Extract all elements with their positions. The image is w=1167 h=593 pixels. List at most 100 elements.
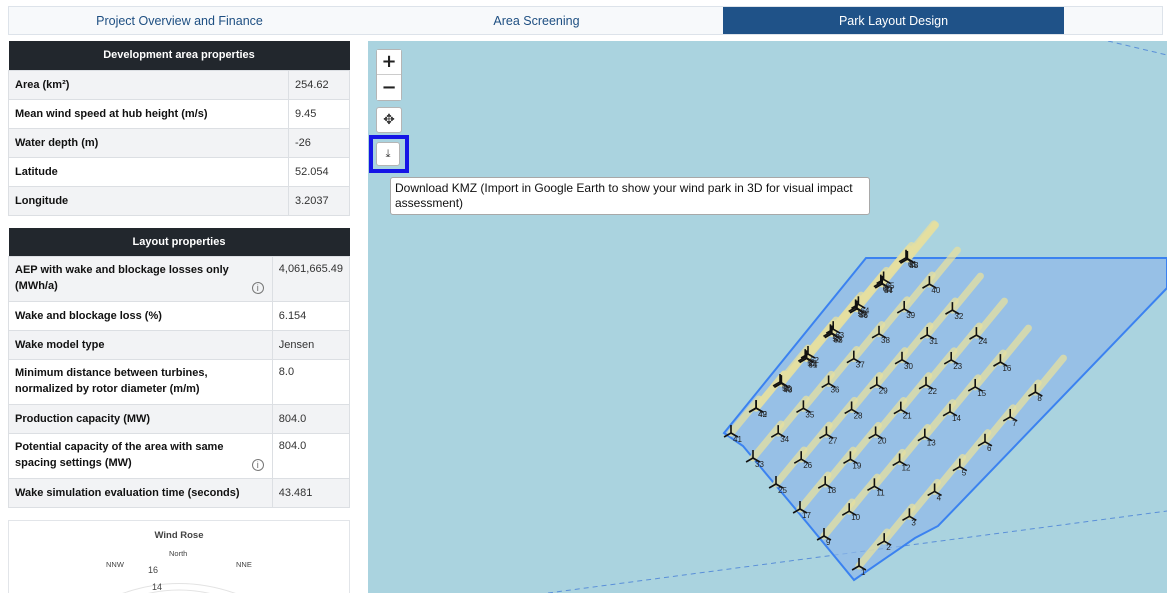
row-value-wake-model: Jensen <box>271 330 350 360</box>
turbine-number: 16 <box>1002 364 1011 373</box>
turbine-wake <box>902 220 938 262</box>
row-value-area: 254.62 <box>288 69 350 100</box>
turbine-number: 19 <box>852 461 861 470</box>
turbine-number: 21 <box>903 412 912 421</box>
turbine-number: 5 <box>962 469 967 478</box>
turbine-number: 14 <box>952 414 961 423</box>
turbine-number: 39 <box>906 311 915 320</box>
row-label-wake-loss: Wake and blockage loss (%) <box>8 301 273 331</box>
zoom-in-button[interactable]: + <box>377 50 401 75</box>
zoom-out-button[interactable]: − <box>377 75 401 100</box>
turbine-number: 27 <box>828 436 837 445</box>
turbine-number: 2 <box>886 543 891 552</box>
turbine-number: 25 <box>778 486 787 495</box>
turbine-number: 17 <box>802 511 811 520</box>
layout-properties-table: Layout properties AEP with wake and bloc… <box>8 227 350 508</box>
move-icon[interactable]: ✥ <box>376 107 402 133</box>
row-value-longitude: 3.2037 <box>288 185 350 216</box>
info-icon[interactable]: i <box>251 459 264 471</box>
row-value-potential-capacity: 804.0 <box>271 433 350 479</box>
row-value-aep: 4,061,665.49 <box>271 256 350 302</box>
row-label-production-capacity: Production capacity (MW) <box>8 404 273 434</box>
row-value-production-capacity: 804.0 <box>271 404 350 434</box>
wind-rose-card: Wind Rose North NNW NNE 16 14 <box>8 520 350 593</box>
row-label-latitude: Latitude <box>8 156 289 187</box>
row-value-eval-time: 43.481 <box>271 478 350 508</box>
row-label-water-depth: Water depth (m) <box>8 127 289 158</box>
row-label-eval-time: Wake simulation evaluation time (seconds… <box>8 478 273 508</box>
row-value-wake-loss: 6.154 <box>271 301 350 331</box>
turbine-number: 38 <box>881 336 890 345</box>
turbine-number: 15 <box>977 389 986 398</box>
turbine-number: 65 <box>886 281 895 290</box>
park-layout-map[interactable]: 1 2 3 4 5 6 7 8 9 10 11 12 13 14 15 16 17 18 19 20 21 22 23 24 2… <box>368 41 1167 593</box>
turbine-number: 4 <box>937 493 942 502</box>
development-area-table: Development area properties Area (km²) 25… <box>8 41 350 216</box>
potential-capacity-label-text: Potential capacity of the area with same… <box>15 441 224 469</box>
turbine-number: 12 <box>902 463 911 472</box>
turbine-number: 41 <box>733 435 742 444</box>
tab-area-screening[interactable]: Area Screening <box>350 7 723 34</box>
map-canvas: 1234567891011121314151617181920212223242… <box>547 41 1167 593</box>
turbine-number: 18 <box>827 486 836 495</box>
turbine-number: 20 <box>878 436 887 445</box>
properties-panel: Development area properties Area (km²) 25… <box>8 41 350 593</box>
turbine-number: 26 <box>803 461 812 470</box>
row-label-longitude: Longitude <box>8 185 289 216</box>
turbine-number: 40 <box>931 286 940 295</box>
tab-bar: Project Overview and Finance Area Screen… <box>8 6 1163 35</box>
turbine-number: 30 <box>904 362 913 371</box>
turbine-number: 24 <box>978 337 987 346</box>
download-icon: ⤓ <box>385 147 391 160</box>
turbine-number: 29 <box>879 387 888 396</box>
turbine-number: 56 <box>782 384 791 393</box>
turbine-number: 1 <box>861 568 866 577</box>
turbine-number: 10 <box>851 513 860 522</box>
turbine-number: 28 <box>854 411 863 420</box>
row-value-min-distance: 8.0 <box>271 359 350 405</box>
download-kmz-button[interactable]: ⤓ <box>376 142 400 166</box>
turbine-number: 33 <box>755 460 764 469</box>
turbine-number: 22 <box>928 387 937 396</box>
wind-rose-grid <box>122 583 236 593</box>
turbine-number: 64 <box>860 306 869 315</box>
turbine-number: 37 <box>856 361 865 370</box>
wind-rose-radial-14: 14 <box>152 582 163 592</box>
turbine-number: 7 <box>1012 419 1017 428</box>
turbine-number: 63 <box>835 331 844 340</box>
row-label-min-distance: Minimum distance between turbines, norma… <box>8 359 273 405</box>
development-area-title: Development area properties <box>8 41 350 70</box>
turbine-number: 62 <box>810 356 819 365</box>
row-label-wind-speed: Mean wind speed at hub height (m/s) <box>8 98 289 129</box>
turbine-number: 13 <box>927 439 936 448</box>
turbine-number: 32 <box>954 312 963 321</box>
turbine-number: 11 <box>876 488 885 497</box>
wind-rose-radial-16: 16 <box>148 565 159 575</box>
turbine-number: 36 <box>831 385 840 394</box>
boundary-line <box>1107 41 1167 56</box>
turbine-number: 8 <box>1037 394 1042 403</box>
aep-label-text: AEP with wake and blockage losses only (… <box>15 264 229 292</box>
row-value-latitude: 52.054 <box>288 156 350 187</box>
turbine-number: 34 <box>780 435 789 444</box>
info-icon[interactable]: i <box>251 282 264 294</box>
turbine-number: 3 <box>911 518 916 527</box>
row-label-area: Area (km²) <box>8 69 289 100</box>
turbine-number: 31 <box>929 337 938 346</box>
row-value-wind-speed: 9.45 <box>288 98 350 129</box>
row-label-potential-capacity: Potential capacity of the area with same… <box>8 433 273 479</box>
tab-park-layout-design[interactable]: Park Layout Design <box>723 7 1064 34</box>
download-tooltip: Download KMZ (Import in Google Earth to … <box>390 177 870 215</box>
tab-project-overview[interactable]: Project Overview and Finance <box>9 7 350 34</box>
turbine-number: 6 <box>987 444 992 453</box>
turbine-number: 23 <box>953 362 962 371</box>
row-label-aep: AEP with wake and blockage losses only (… <box>8 256 273 302</box>
tab-spacer <box>1064 7 1162 34</box>
layout-properties-title: Layout properties <box>8 227 350 257</box>
turbine-number: 35 <box>805 410 814 419</box>
turbine-number: 61 <box>908 260 917 269</box>
turbine-number: 49 <box>758 410 767 419</box>
row-label-wake-model: Wake model type <box>8 330 273 360</box>
turbine-number: 9 <box>826 538 831 547</box>
zoom-control: + − <box>376 49 402 101</box>
